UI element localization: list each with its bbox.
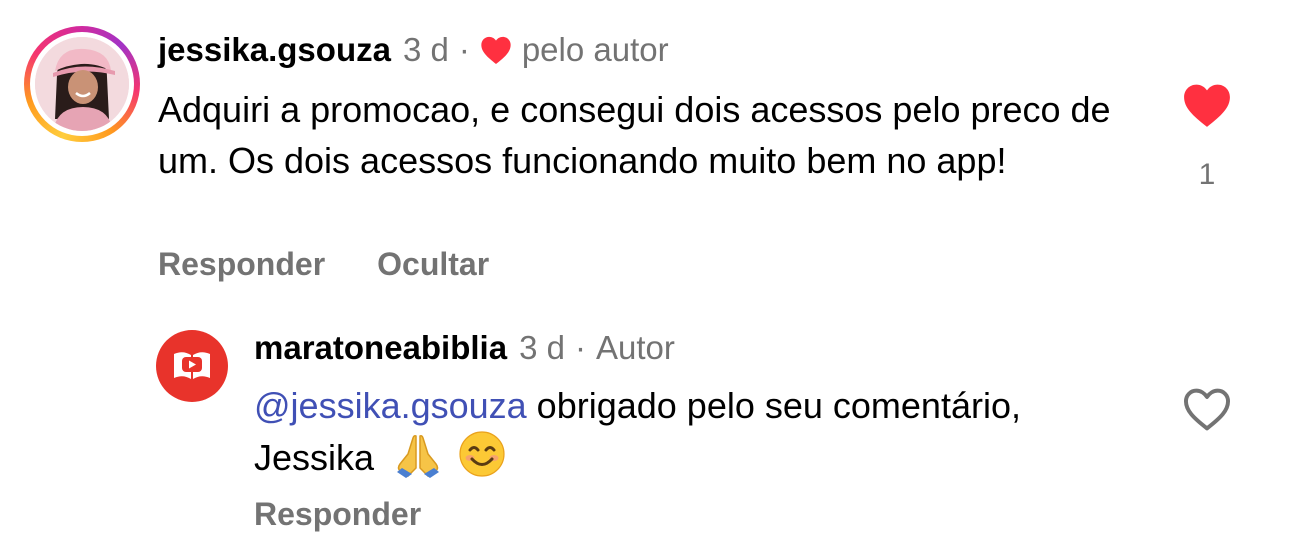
user-mention-link[interactable]: @jessika.gsouza bbox=[254, 385, 527, 426]
smiling-face-emoji-icon bbox=[458, 430, 506, 490]
reply-avatar[interactable] bbox=[156, 330, 228, 402]
reply-button[interactable]: Responder bbox=[158, 246, 325, 283]
comment-actions: Responder Ocultar bbox=[158, 246, 489, 283]
comment-username[interactable]: jessika.gsouza bbox=[158, 31, 391, 69]
heart-filled-icon[interactable] bbox=[1182, 82, 1232, 128]
avatar bbox=[35, 37, 129, 131]
reply-actions: Responder bbox=[254, 496, 421, 533]
reply-like-control bbox=[1180, 386, 1234, 432]
comment-text: Adquiri a promocao, e consegui dois aces… bbox=[158, 89, 1111, 181]
like-count[interactable]: 1 bbox=[1199, 158, 1216, 192]
heart-outline-icon[interactable] bbox=[1182, 386, 1232, 432]
header-separator: · bbox=[574, 329, 586, 366]
comment-timestamp: 3 d bbox=[402, 31, 449, 68]
comment-like-control: 1 bbox=[1178, 82, 1236, 192]
comment-header: jessika.gsouza 3 d · pelo autor bbox=[158, 28, 669, 72]
author-badge: Autor bbox=[595, 329, 675, 366]
reply-username[interactable]: maratoneabiblia bbox=[254, 329, 507, 367]
reply-button[interactable]: Responder bbox=[254, 496, 421, 533]
profile-photo-icon bbox=[35, 37, 129, 131]
liked-by-author-label: pelo autor bbox=[521, 31, 669, 68]
hide-button[interactable]: Ocultar bbox=[377, 246, 489, 283]
liked-by-author-indicator: pelo autor bbox=[480, 31, 669, 69]
reply-timestamp: 3 d bbox=[519, 329, 565, 366]
heart-filled-icon bbox=[481, 36, 511, 64]
avatar-border bbox=[30, 32, 134, 136]
praying-hands-emoji-icon bbox=[394, 434, 442, 490]
reply-text: @jessika.gsouza obrigado pelo seu coment… bbox=[254, 382, 1134, 490]
book-play-logo-icon bbox=[174, 352, 210, 379]
story-ring-avatar[interactable] bbox=[24, 26, 140, 142]
reply-header: maratoneabiblia 3 d · Autor bbox=[254, 326, 675, 370]
header-separator: · bbox=[458, 31, 470, 68]
